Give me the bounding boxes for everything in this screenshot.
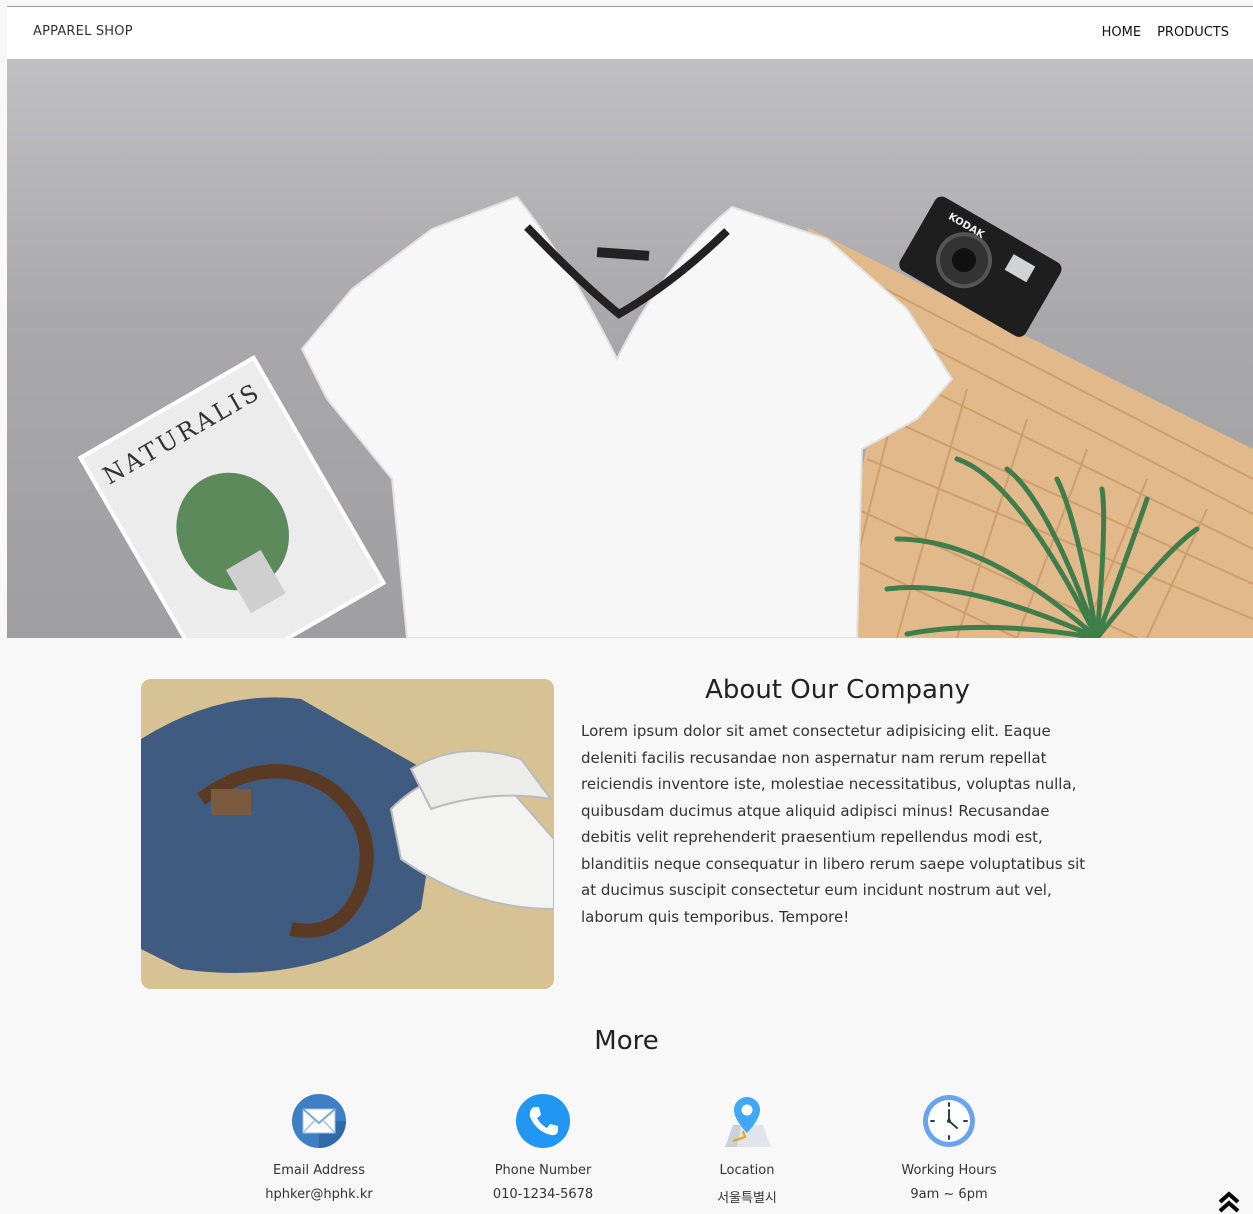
about-image bbox=[141, 679, 554, 989]
phone-label: Phone Number bbox=[494, 1163, 592, 1178]
envelope-icon bbox=[292, 1094, 346, 1148]
contact-card-location: Location 서울특별시 bbox=[657, 1093, 837, 1206]
phone-icon bbox=[516, 1094, 570, 1148]
location-label: Location bbox=[719, 1163, 775, 1178]
hours-value: 9am ~ 6pm bbox=[910, 1187, 988, 1202]
double-chevron-up-icon[interactable] bbox=[1217, 1191, 1241, 1213]
clock-icon bbox=[923, 1095, 975, 1147]
hours-label: Working Hours bbox=[901, 1163, 997, 1178]
location-value: 서울특별시 bbox=[717, 1191, 777, 1206]
contact-card-phone: Phone Number 010-1234-5678 bbox=[453, 1093, 633, 1202]
brand-logo-link[interactable]: APPAREL SHOP bbox=[33, 24, 133, 39]
phone-value: 010-1234-5678 bbox=[492, 1187, 594, 1202]
email-value: hphker@hphk.kr bbox=[265, 1187, 373, 1202]
nav-home-link[interactable]: HOME bbox=[1102, 25, 1141, 40]
map-pin-icon bbox=[725, 1097, 771, 1147]
nav-products-link[interactable]: PRODUCTS bbox=[1157, 25, 1229, 40]
email-label: Email Address bbox=[273, 1163, 365, 1178]
hero-banner-image: NATURALIS KODAK bbox=[7, 59, 1253, 638]
white-tshirt bbox=[300, 195, 954, 638]
contact-card-email: Email Address hphker@hphk.kr bbox=[229, 1093, 409, 1202]
main-nav: HOME PRODUCTS bbox=[1102, 25, 1229, 40]
about-body-text: Lorem ipsum dolor sit amet consectetur a… bbox=[581, 722, 1086, 926]
site-header: APPAREL SHOP HOME PRODUCTS bbox=[7, 7, 1253, 59]
more-section-title: More bbox=[594, 1026, 659, 1056]
contact-card-hours: Working Hours 9am ~ 6pm bbox=[859, 1093, 1039, 1202]
about-title: About Our Company bbox=[705, 675, 970, 705]
